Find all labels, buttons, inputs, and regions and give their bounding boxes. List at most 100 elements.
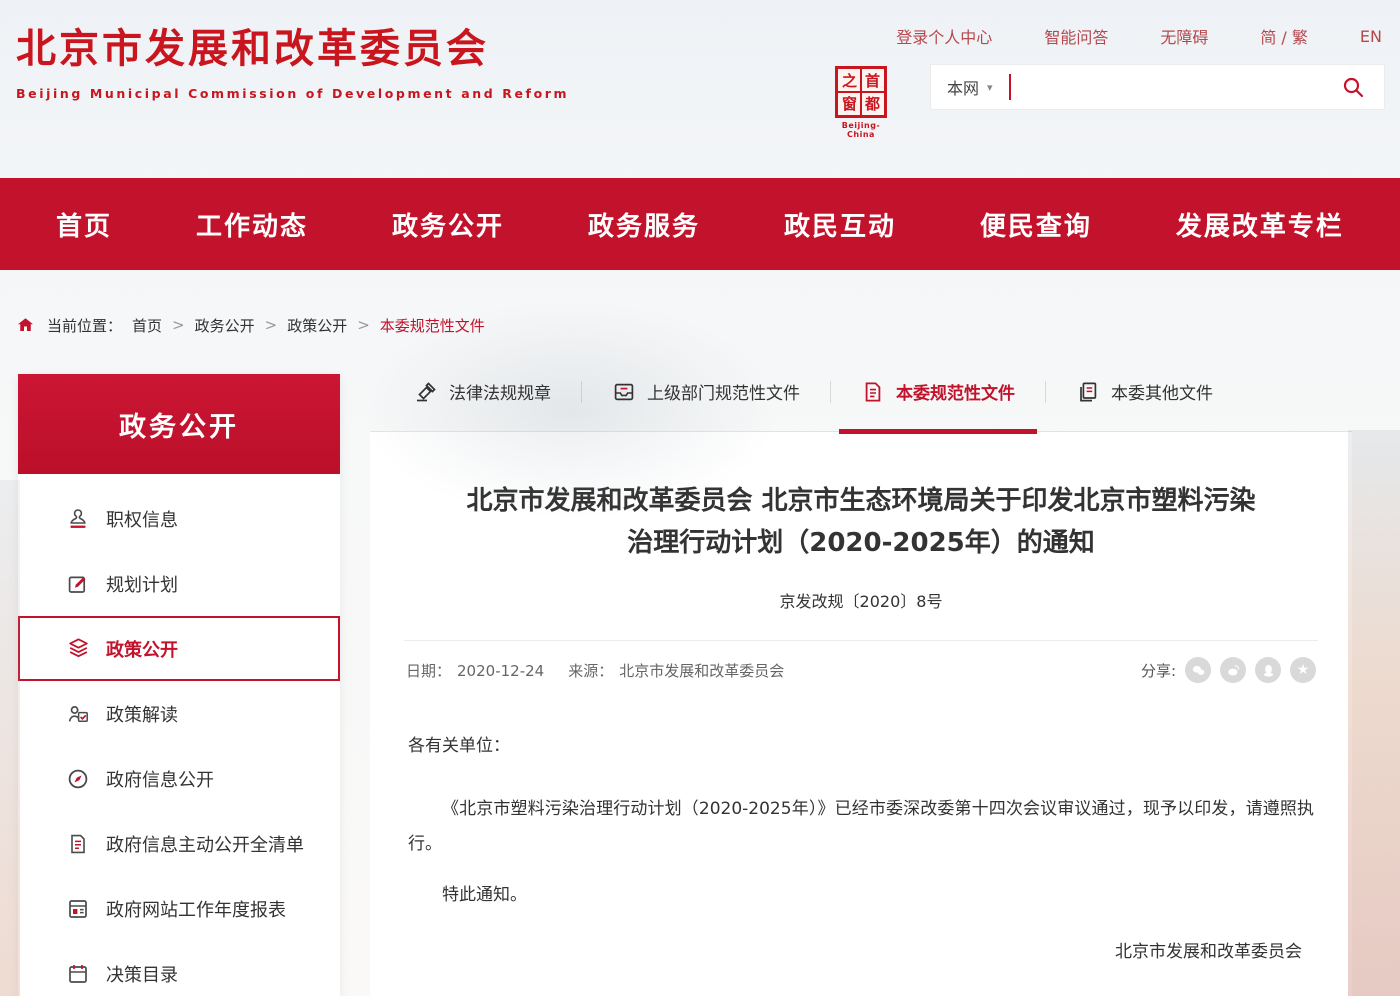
sidebar-item-gov-info-disclosure[interactable]: 政府信息公开: [18, 746, 340, 811]
sidebar-item-policy-disclosure[interactable]: 政策公开: [18, 616, 340, 681]
main-content: 法律法规规章 上级部门规范性文件: [370, 352, 1352, 996]
simplified-traditional-toggle[interactable]: 简 / 繁: [1260, 24, 1308, 48]
tab-label: 本委其他文件: [1111, 379, 1213, 404]
document-list-icon: [65, 831, 91, 857]
home-icon[interactable]: [16, 316, 35, 334]
article-meta: 日期： 2020-12-24 来源： 北京市发展和改革委员会: [406, 660, 790, 681]
main-navigation: 首页 工作动态 政务公开 政务服务 政民互动 便民查询 发展改革专栏: [0, 178, 1400, 270]
nav-item-home[interactable]: 首页: [56, 206, 112, 243]
sidebar-item-website-annual-report[interactable]: 政府网站工作年度报表: [18, 876, 340, 941]
sidebar-item-label: 规划计划: [106, 571, 178, 597]
seal-char: 之: [838, 69, 861, 92]
layers-icon: [65, 636, 91, 662]
sidebar-item-policy-interpretation[interactable]: 政策解读: [18, 681, 340, 746]
meta-divider: [404, 640, 1318, 641]
breadcrumb-current-page: 本委规范性文件: [380, 315, 485, 336]
breadcrumb-separator: >: [172, 316, 185, 334]
nav-item-public-interaction[interactable]: 政民互动: [784, 206, 896, 243]
tab-superior-normative-docs[interactable]: 上级部门规范性文件: [582, 352, 830, 431]
calendar-icon: [65, 961, 91, 987]
seal-char: 都: [861, 92, 884, 115]
sidebar-item-label: 政府信息公开: [106, 766, 214, 792]
search-box: 本网 ▾: [930, 64, 1385, 110]
sidebar-item-label: 决策目录: [106, 961, 178, 987]
header-top-links: 登录个人中心 智能问答 无障碍 简 / 繁 EN: [844, 24, 1382, 48]
search-icon: [1341, 75, 1365, 99]
sidebar-title: 政务公开: [18, 374, 340, 474]
tab-commission-other-docs[interactable]: 本委其他文件: [1046, 352, 1243, 431]
sidebar-menu: 职权信息 规划计划: [18, 474, 340, 996]
compass-icon: [65, 766, 91, 792]
search-scope-label: 本网: [947, 75, 979, 99]
breadcrumb-gov-disclosure[interactable]: 政务公开: [195, 315, 255, 336]
beijing-china-seal-logo[interactable]: 之 首 窗 都 Beijing-China: [832, 66, 890, 139]
seal-caption: Beijing-China: [832, 121, 890, 139]
seal-icon: 之 首 窗 都: [835, 66, 887, 118]
breadcrumb: 当前位置： 首页 > 政务公开 > 政策公开 > 本委规范性文件: [16, 310, 1400, 340]
share-wechat-icon[interactable]: [1185, 657, 1211, 683]
source-label: 来源：: [568, 662, 613, 680]
report-table-icon: [65, 896, 91, 922]
page-body: 政务公开 职权信息 规划计划: [0, 352, 1400, 996]
sidebar: 政务公开 职权信息 规划计划: [18, 374, 340, 996]
sidebar-item-label: 职权信息: [106, 506, 178, 532]
files-copy-icon: [1076, 380, 1100, 404]
sidebar-item-decision-catalog[interactable]: 决策目录: [18, 941, 340, 996]
sidebar-item-label: 政策解读: [106, 701, 178, 727]
signature: 北京市发展和改革委员会: [408, 935, 1314, 970]
search-button[interactable]: [1338, 72, 1368, 102]
sidebar-item-authority-info[interactable]: 职权信息: [18, 486, 340, 551]
stamp-icon: [65, 506, 91, 532]
body-paragraph: 特此通知。: [408, 878, 1314, 913]
article-body: 各有关单位： 《北京市塑料污染治理行动计划（2020-2025年）》已经市委深改…: [398, 729, 1324, 969]
document-number: 京发改规〔2020〕8号: [398, 588, 1324, 612]
accessibility-link[interactable]: 无障碍: [1160, 24, 1208, 48]
date-label: 日期：: [406, 662, 451, 680]
share-favorite-icon[interactable]: ★: [1290, 657, 1316, 683]
article-source: 北京市发展和改革委员会: [619, 662, 784, 680]
nav-item-gov-services[interactable]: 政务服务: [588, 206, 700, 243]
site-subtitle: Beijing Municipal Commission of Developm…: [16, 86, 569, 101]
edit-plan-icon: [65, 571, 91, 597]
site-header: 北京市发展和改革委员会 Beijing Municipal Commission…: [0, 0, 1400, 178]
smart-qa-link[interactable]: 智能问答: [1044, 24, 1108, 48]
seal-char: 首: [861, 69, 884, 92]
body-paragraph: 《北京市塑料污染治理行动计划（2020-2025年）》已经市委深改委第十四次会议…: [408, 792, 1314, 862]
breadcrumb-separator: >: [265, 316, 278, 334]
share-weibo-icon[interactable]: [1220, 657, 1246, 683]
share-qq-icon[interactable]: [1255, 657, 1281, 683]
search-scope-dropdown[interactable]: 本网 ▾: [947, 75, 993, 99]
english-link[interactable]: EN: [1360, 27, 1382, 46]
site-title: 北京市发展和改革委员会: [16, 16, 569, 74]
sidebar-item-planning[interactable]: 规划计划: [18, 551, 340, 616]
share-bar: 分享: ★: [1141, 657, 1316, 683]
breadcrumb-prefix: 当前位置：: [47, 315, 122, 336]
sidebar-item-label: 政策公开: [106, 636, 178, 662]
nav-item-gov-disclosure[interactable]: 政务公开: [392, 206, 504, 243]
sidebar-item-proactive-disclosure-list[interactable]: 政府信息主动公开全清单: [18, 811, 340, 876]
person-check-icon: [65, 701, 91, 727]
breadcrumb-policy-disclosure[interactable]: 政策公开: [287, 315, 347, 336]
breadcrumb-home[interactable]: 首页: [132, 315, 162, 336]
article-meta-row: 日期： 2020-12-24 来源： 北京市发展和改革委员会 分享: ★: [398, 657, 1324, 683]
text-cursor: [1009, 74, 1011, 100]
tab-laws-regulations[interactable]: 法律法规规章: [384, 352, 581, 431]
article-title: 北京市发展和改革委员会 北京市生态环境局关于印发北京市塑料污染治理行动计划（20…: [466, 480, 1256, 564]
document-category-tabs: 法律法规规章 上级部门规范性文件: [370, 352, 1352, 432]
tab-label: 本委规范性文件: [896, 379, 1015, 404]
inbox-icon: [612, 380, 636, 404]
share-label: 分享:: [1141, 660, 1176, 681]
article-date: 2020-12-24: [457, 662, 544, 680]
tab-commission-normative-docs[interactable]: 本委规范性文件: [831, 352, 1045, 431]
tab-label: 法律法规规章: [449, 379, 551, 404]
document-red-icon: [861, 380, 885, 404]
seal-char: 窗: [838, 92, 861, 115]
site-logo[interactable]: 北京市发展和改革委员会 Beijing Municipal Commission…: [16, 16, 569, 101]
nav-item-convenient-query[interactable]: 便民查询: [980, 206, 1092, 243]
nav-item-work-news[interactable]: 工作动态: [196, 206, 308, 243]
article: 北京市发展和改革委员会 北京市生态环境局关于印发北京市塑料污染治理行动计划（20…: [370, 432, 1352, 996]
login-personal-center-link[interactable]: 登录个人中心: [896, 24, 992, 48]
nav-item-reform-column[interactable]: 发展改革专栏: [1176, 206, 1344, 243]
search-input[interactable]: [1019, 78, 1338, 97]
sidebar-item-label: 政府网站工作年度报表: [106, 896, 286, 922]
